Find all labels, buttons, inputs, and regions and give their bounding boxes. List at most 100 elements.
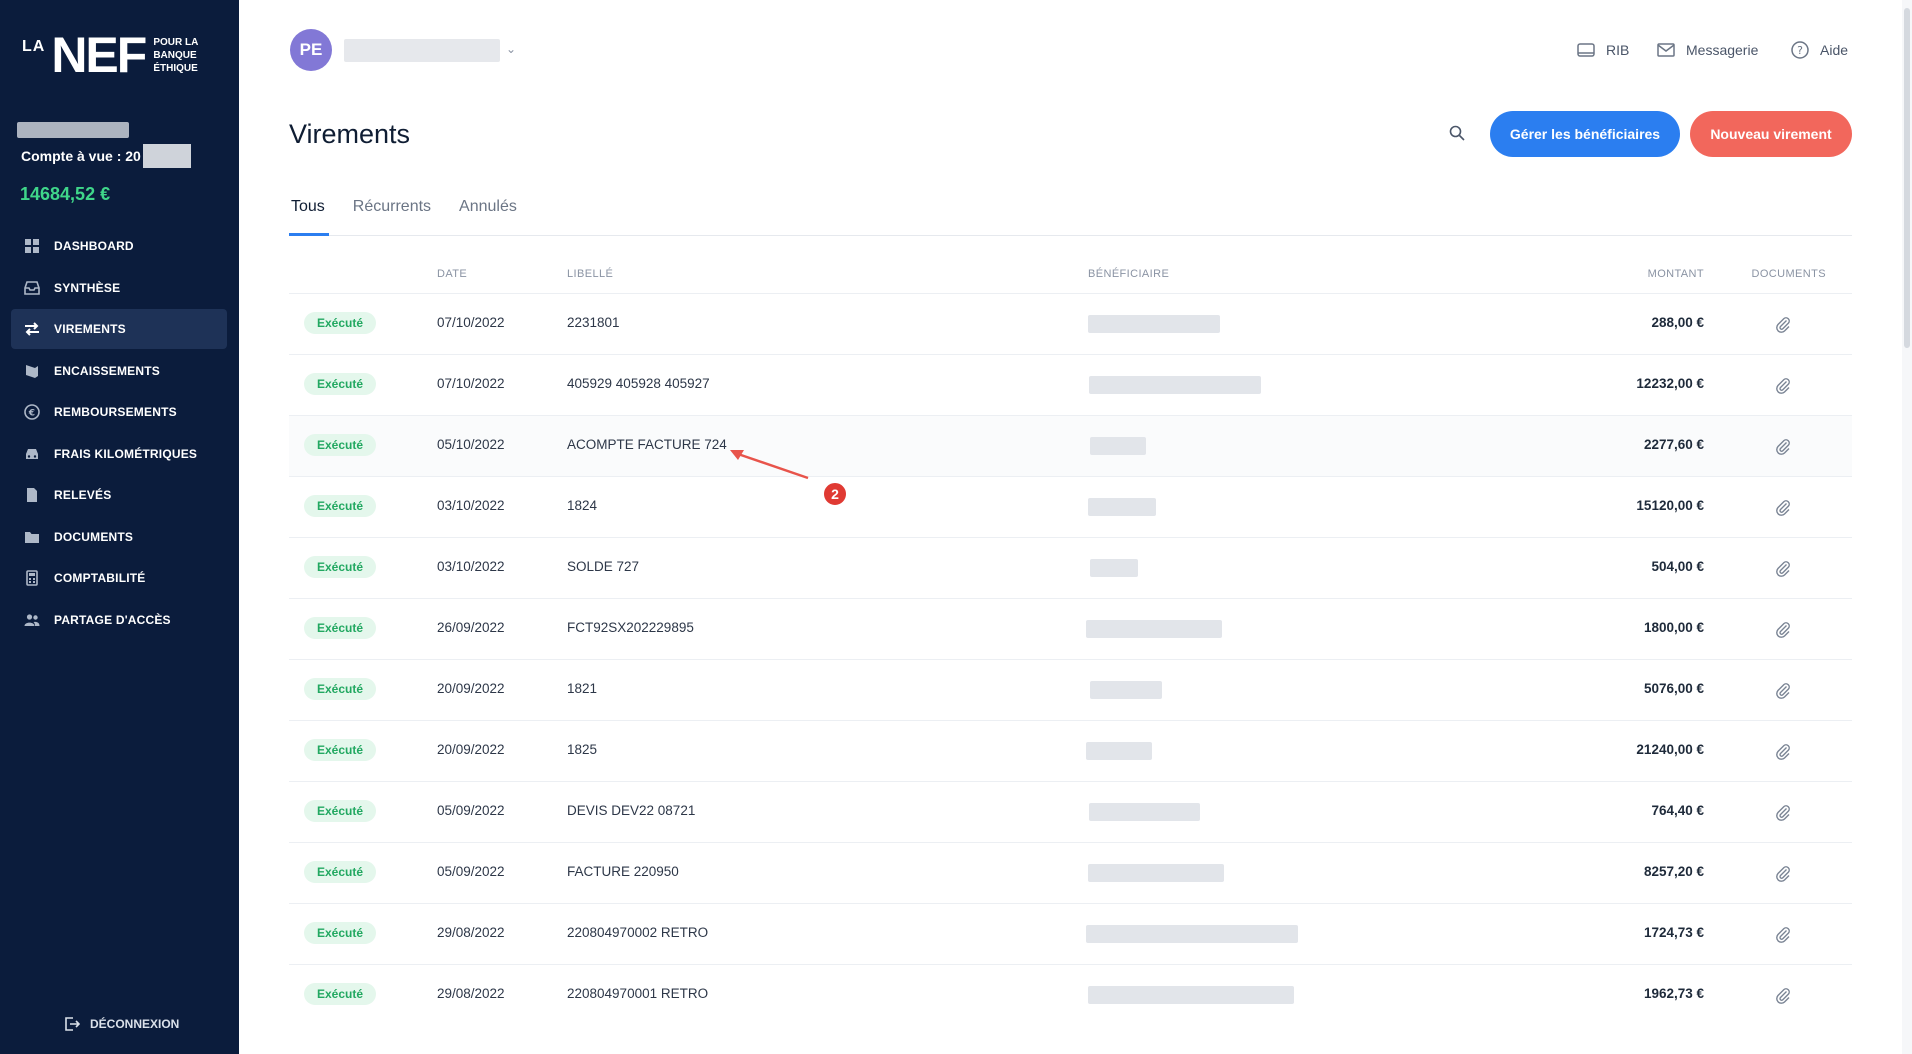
- logout-label: DÉCONNEXION: [90, 1017, 180, 1031]
- sidebar-item-encaissements[interactable]: ENCAISSEMENTS: [11, 351, 227, 391]
- sidebar-item-label: SYNTHÈSE: [54, 280, 121, 295]
- row-label: 220804970002 RETRO: [567, 925, 709, 940]
- aide-link[interactable]: ? Aide: [1790, 40, 1848, 60]
- sidebar-item-virements[interactable]: VIREMENTS: [11, 309, 227, 349]
- tab-annules[interactable]: Annulés: [457, 196, 519, 216]
- row-date: 05/10/2022: [437, 437, 505, 452]
- euro-refund-icon: €: [23, 403, 41, 421]
- row-date: 03/10/2022: [437, 559, 505, 574]
- rib-link[interactable]: RIB: [1576, 40, 1629, 60]
- search-icon[interactable]: [1448, 124, 1466, 142]
- tab-tous[interactable]: Tous: [289, 196, 327, 216]
- help-icon: ?: [1791, 41, 1809, 59]
- paperclip-icon[interactable]: [1774, 315, 1792, 333]
- column-header-label[interactable]: LIBELLÉ: [567, 268, 613, 280]
- sidebar-item-frais-kilometriques[interactable]: FRAIS KILOMÉTRIQUES: [11, 434, 227, 474]
- status-badge: Exécuté: [304, 922, 376, 944]
- paperclip-icon[interactable]: [1774, 498, 1792, 516]
- row-amount: 21240,00 €: [1636, 742, 1704, 757]
- sidebar-item-comptabilite[interactable]: COMPTABILITÉ: [11, 558, 227, 598]
- tab-recurrents[interactable]: Récurrents: [351, 196, 433, 216]
- row-amount: 288,00 €: [1651, 315, 1704, 330]
- collect-icon: [23, 362, 41, 380]
- avatar[interactable]: PE: [290, 29, 332, 71]
- paperclip-icon[interactable]: [1774, 742, 1792, 760]
- sidebar-item-label: REMBOURSEMENTS: [54, 405, 177, 419]
- scrollbar-thumb[interactable]: [1904, 8, 1910, 348]
- column-header-amount[interactable]: MONTANT: [1648, 268, 1704, 280]
- sidebar-item-dashboard[interactable]: DASHBOARD: [11, 226, 227, 266]
- aide-label: Aide: [1820, 42, 1849, 58]
- status-badge: Exécuté: [304, 617, 376, 639]
- column-header-beneficiary[interactable]: BÉNÉFICIAIRE: [1088, 268, 1169, 280]
- sidebar-item-remboursements[interactable]: € REMBOURSEMENTS: [11, 392, 227, 432]
- row-date: 29/08/2022: [437, 986, 505, 1001]
- car-icon: [23, 445, 41, 463]
- paperclip-icon[interactable]: [1774, 681, 1792, 699]
- sidebar-item-releves[interactable]: RELEVÉS: [11, 475, 227, 515]
- row-date: 07/10/2022: [437, 315, 505, 330]
- paperclip-icon[interactable]: [1774, 559, 1792, 577]
- table-row[interactable]: Exécuté 29/08/2022 220804970001 RETRO 1962,…: [289, 964, 1852, 1025]
- row-date: 07/10/2022: [437, 376, 505, 391]
- messagerie-link[interactable]: Messagerie: [1656, 40, 1758, 60]
- chevron-down-icon[interactable]: ⌄: [506, 42, 516, 56]
- row-beneficiary-redacted: [1088, 986, 1294, 1004]
- table-row[interactable]: Exécuté 05/09/2022 DEVIS DEV22 08721 764,40…: [289, 781, 1852, 842]
- new-transfer-button[interactable]: Nouveau virement: [1690, 111, 1852, 157]
- table-row[interactable]: Exécuté 20/09/2022 1821 5076,00 €: [289, 659, 1852, 720]
- table-row[interactable]: Exécuté 03/10/2022 SOLDE 727 504,00 €: [289, 537, 1852, 598]
- sidebar-item-label: DASHBOARD: [54, 239, 134, 253]
- scrollbar[interactable]: [1902, 0, 1912, 1054]
- inbox-icon: [23, 279, 41, 297]
- sidebar-item-partage-acces[interactable]: PARTAGE D'ACCÈS: [11, 600, 227, 640]
- paperclip-icon[interactable]: [1774, 437, 1792, 455]
- row-amount: 764,40 €: [1651, 803, 1704, 818]
- sidebar-item-synthese[interactable]: SYNTHÈSE: [11, 268, 227, 308]
- sidebar-item-label: PARTAGE D'ACCÈS: [54, 612, 171, 627]
- paperclip-icon[interactable]: [1774, 864, 1792, 882]
- row-amount: 8257,20 €: [1643, 864, 1704, 879]
- folder-icon: [23, 528, 41, 546]
- row-label: SOLDE 727: [567, 559, 640, 574]
- logout-button[interactable]: DÉCONNEXION: [64, 1016, 179, 1032]
- card-icon: [1577, 43, 1595, 57]
- paperclip-icon[interactable]: [1774, 986, 1792, 1004]
- table-row[interactable]: Exécuté 05/09/2022 FACTURE 220950 8257,20 €: [289, 842, 1852, 903]
- sidebar: LA NEF POUR LA BANQUE ÉTHIQUE Compte à v…: [0, 0, 239, 1054]
- table-row[interactable]: Exécuté 29/08/2022 220804970002 RETRO 1724,…: [289, 903, 1852, 964]
- paperclip-icon[interactable]: [1774, 620, 1792, 638]
- row-amount: 1800,00 €: [1643, 620, 1704, 635]
- paperclip-icon[interactable]: [1774, 803, 1792, 821]
- row-date: 20/09/2022: [437, 742, 505, 757]
- transfers-table: Exécuté 07/10/2022 2231801 288,00 € Exécuté 0…: [289, 293, 1852, 1025]
- row-date: 29/08/2022: [437, 925, 505, 940]
- annotation-marker: 2: [822, 481, 848, 507]
- user-name-redacted[interactable]: [344, 39, 500, 62]
- table-row[interactable]: Exécuté 05/10/2022 ACOMPTE FACTURE 724 2277…: [289, 415, 1852, 476]
- table-row[interactable]: Exécuté 26/09/2022 FCT92SX202229895 1800,00…: [289, 598, 1852, 659]
- table-row[interactable]: Exécuté 07/10/2022 2231801 288,00 €: [289, 293, 1852, 354]
- table-row[interactable]: Exécuté 03/10/2022 1824 15120,00 €: [289, 476, 1852, 537]
- row-date: 20/09/2022: [437, 681, 505, 696]
- sidebar-nav: DASHBOARD SYNTHÈSE VIREMENTS ENCAISSEMEN…: [11, 226, 227, 641]
- status-badge: Exécuté: [304, 373, 376, 395]
- row-label: 1825: [567, 742, 598, 757]
- row-date: 26/09/2022: [437, 620, 505, 635]
- row-date: 05/09/2022: [437, 803, 505, 818]
- sidebar-item-documents[interactable]: DOCUMENTS: [11, 517, 227, 557]
- logo-tagline: POUR LA BANQUE ÉTHIQUE: [153, 37, 199, 74]
- column-header-date[interactable]: DATE: [437, 268, 467, 280]
- table-row[interactable]: Exécuté 07/10/2022 405929 405928 405927 122…: [289, 354, 1852, 415]
- paperclip-icon[interactable]: [1774, 376, 1792, 394]
- table-row[interactable]: Exécuté 20/09/2022 1825 21240,00 €: [289, 720, 1852, 781]
- manage-beneficiaries-button[interactable]: Gérer les bénéficiaires: [1490, 111, 1680, 157]
- sidebar-item-label: ENCAISSEMENTS: [54, 363, 160, 378]
- row-label: 1824: [567, 498, 598, 513]
- paperclip-icon[interactable]: [1774, 925, 1792, 943]
- users-icon: [23, 611, 41, 629]
- nef-logo[interactable]: LA NEF POUR LA BANQUE ÉTHIQUE: [22, 30, 199, 80]
- mail-icon: [1657, 43, 1675, 57]
- status-badge: Exécuté: [304, 556, 376, 578]
- row-label: DEVIS DEV22 08721: [567, 803, 696, 818]
